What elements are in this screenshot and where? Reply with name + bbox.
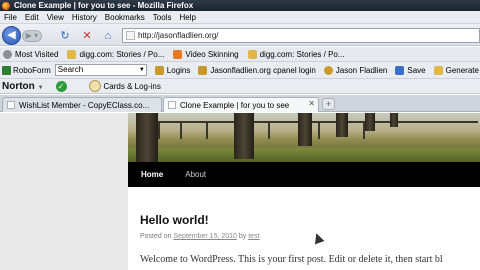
post-date-link[interactable]: September 15, 2010: [173, 233, 236, 240]
menu-file[interactable]: File: [0, 13, 21, 22]
nav-about-link[interactable]: About: [185, 170, 206, 179]
bookmark-video-skinning[interactable]: Video Skinning: [170, 49, 239, 59]
browser-content: Home About: [0, 113, 480, 270]
fence-rail: [148, 121, 478, 123]
tab-wishlist[interactable]: WishList Member - CopyEClass.co...: [2, 97, 162, 112]
post-title[interactable]: Hello world!: [140, 213, 209, 227]
fence-post: [268, 121, 270, 139]
back-button[interactable]: ◀: [2, 26, 21, 45]
chevron-down-icon[interactable]: ▼: [139, 65, 145, 75]
nav-home-link[interactable]: Home: [141, 170, 163, 179]
post-meta: Posted on September 15, 2010 by test: [140, 233, 260, 240]
tree-trunk: [234, 113, 254, 159]
navigation-toolbar: ◀ ▶ ▾ ↻ ✕ ⌂ http://jasonfladlien.org/: [0, 24, 480, 46]
bookmark-most-visited[interactable]: Most Visited: [0, 49, 58, 59]
lock-icon: [88, 80, 101, 92]
fence-post: [180, 121, 182, 139]
new-tab-button[interactable]: +: [322, 98, 335, 110]
tree-trunk: [136, 113, 158, 162]
roboform-cpanel-login[interactable]: Jasonfladlien.org cpanel login: [198, 65, 316, 75]
menu-view[interactable]: View: [43, 13, 68, 22]
user-icon: [323, 65, 333, 75]
checkmark-icon[interactable]: ✓: [55, 80, 67, 92]
close-icon[interactable]: ✕: [308, 99, 315, 108]
tree-trunk: [365, 113, 375, 131]
window-title: Clone Example | for you to see - Mozilla…: [14, 1, 194, 10]
roboform-logins[interactable]: Logins: [154, 65, 190, 75]
norton-toolbar: Norton ▼ ✓ Cards & Log-ins: [0, 79, 480, 94]
tab-bar: WishList Member - CopyEClass.co... Clone…: [0, 95, 480, 112]
home-icon[interactable]: ⌂: [101, 29, 115, 43]
tree-trunk: [298, 113, 312, 146]
folder-icon: [247, 49, 257, 59]
roboform-search-input[interactable]: Search ▼: [54, 64, 147, 76]
save-icon: [395, 65, 405, 75]
norton-menu[interactable]: Norton ▼: [2, 81, 44, 92]
menu-history[interactable]: History: [68, 13, 101, 22]
fence-post: [158, 121, 160, 139]
lock-icon: [154, 65, 164, 75]
menu-bookmarks[interactable]: Bookmarks: [101, 13, 149, 22]
bookmark-digg-2[interactable]: digg.com: Stories / Po...: [245, 49, 345, 59]
stop-icon[interactable]: ✕: [80, 29, 94, 43]
folder-icon: [67, 49, 77, 59]
tab-clone-example[interactable]: Clone Example | for you to see ✕: [163, 97, 319, 112]
key-icon: [198, 65, 208, 75]
forward-button[interactable]: ▶ ▾: [22, 30, 42, 42]
firefox-logo-icon: [2, 1, 10, 10]
grass: [128, 148, 480, 162]
roboform-button[interactable]: RoboForm: [2, 65, 51, 75]
post-author-link[interactable]: test: [248, 233, 259, 240]
roboform-generate[interactable]: Generate: [433, 65, 479, 75]
fence-post: [318, 121, 320, 139]
menu-edit[interactable]: Edit: [21, 13, 43, 22]
page-favicon-icon: [126, 31, 135, 40]
url-bar[interactable]: http://jasonfladlien.org/: [122, 28, 480, 43]
menu-help[interactable]: Help: [175, 13, 199, 22]
wordpress-page: Home About: [128, 113, 480, 270]
cards-logins-button[interactable]: Cards & Log-ins: [88, 80, 161, 92]
post-body: Welcome to WordPress. This is your first…: [140, 254, 443, 265]
roboform-identity[interactable]: Jason Fladlien: [323, 65, 387, 75]
rss-icon: [173, 49, 183, 59]
fence-post: [206, 121, 208, 139]
page-favicon-icon: [7, 101, 15, 109]
bookmarks-toolbar: Most Visited digg.com: Stories / Po... V…: [0, 47, 480, 62]
window-titlebar: Clone Example | for you to see - Mozilla…: [0, 0, 480, 11]
generate-icon: [433, 65, 443, 75]
site-nav: Home About: [128, 162, 480, 187]
bookmark-digg-1[interactable]: digg.com: Stories / Po...: [64, 49, 164, 59]
tree-trunk: [336, 113, 348, 137]
roboform-icon: [2, 65, 11, 75]
url-text[interactable]: http://jasonfladlien.org/: [138, 31, 219, 40]
roboform-toolbar: RoboForm Search ▼ Logins Jasonfladlien.o…: [0, 62, 480, 79]
header-image: [128, 113, 480, 162]
menu-tools[interactable]: Tools: [149, 13, 176, 22]
chevron-down-icon: ▼: [37, 84, 44, 91]
gear-icon: [3, 49, 12, 59]
roboform-save[interactable]: Save: [395, 65, 426, 75]
reload-icon[interactable]: ↻: [58, 29, 72, 43]
tree-trunk: [390, 113, 398, 127]
menu-bar: File Edit View History Bookmarks Tools H…: [0, 11, 480, 24]
page-favicon-icon: [168, 101, 176, 109]
